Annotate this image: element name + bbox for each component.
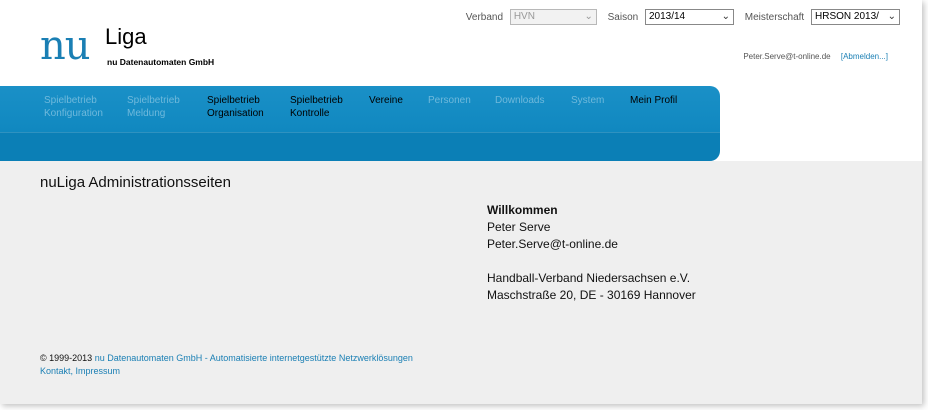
meisterschaft-select[interactable]: HRSON 2013/ ⌄ (811, 9, 900, 25)
footer-copyright-line: © 1999-2013 nu Datenautomaten GmbH - Aut… (40, 352, 413, 365)
verband-select[interactable]: HVN ⌄ (509, 9, 597, 25)
saison-label: Saison (607, 11, 639, 23)
verband-value: HVN (513, 11, 535, 22)
saison-value: 2013/14 (648, 11, 686, 22)
nav-item-label-line1: Spielbetrieb (207, 95, 260, 106)
nav-item-downloads[interactable]: Downloads (495, 94, 544, 107)
user-info: Peter.Serve@t-online.de [Abmelden...] (743, 52, 888, 61)
logo-company: nu Datenautomaten GmbH (107, 57, 215, 67)
logo-nu: nu (40, 23, 91, 69)
saison-selector: Saison 2013/14 ⌄ (608, 9, 734, 25)
nav-item-label: Personen (428, 95, 471, 106)
user-email: Peter.Serve@t-online.de (743, 52, 831, 61)
logo-liga: Liga (105, 24, 147, 49)
footer: © 1999-2013 nu Datenautomaten GmbH - Aut… (40, 352, 413, 378)
welcome-spacer (487, 253, 696, 270)
page: nu Liga nu Datenautomaten GmbH Verband H… (0, 0, 922, 404)
footer-company-link[interactable]: nu Datenautomaten GmbH - Automatisierte … (95, 353, 413, 363)
meisterschaft-selector: Meisterschaft HRSON 2013/ ⌄ (745, 9, 900, 25)
nav-item-spielbetrieb-kontrolle[interactable]: Spielbetrieb Kontrolle (290, 94, 343, 120)
nav-item-mein-profil[interactable]: Mein Profil (630, 94, 677, 107)
nav-item-personen[interactable]: Personen (428, 94, 471, 107)
nav-item-label: Downloads (495, 95, 545, 106)
main-navigation: Spielbetrieb Konfiguration Spielbetrieb … (0, 86, 720, 161)
nav-item-label-line2: Organisation (207, 108, 264, 119)
welcome-address: Maschstraße 20, DE - 30169 Hannover (487, 288, 696, 302)
nav-item-label-line1: Spielbetrieb (290, 95, 343, 106)
page-title: nuLiga Administrationsseiten (40, 174, 231, 191)
saison-select[interactable]: 2013/14 ⌄ (644, 9, 734, 25)
nav-item-spielbetrieb-konfiguration[interactable]: Spielbetrieb Konfiguration (44, 94, 103, 120)
nav-item-label: System (571, 95, 605, 106)
nav-item-system[interactable]: System (571, 94, 604, 107)
nav-item-label-line1: Spielbetrieb (44, 95, 97, 106)
nav-item-label: Vereine (369, 95, 403, 106)
welcome-email: Peter.Serve@t-online.de (487, 237, 618, 251)
verband-label: Verband (465, 11, 504, 23)
nav-divider (0, 132, 720, 133)
welcome-panel: Willkommen Peter Serve Peter.Serve@t-onl… (487, 202, 696, 304)
nav-item-label-line2: Meldung (127, 108, 166, 119)
welcome-heading: Willkommen (487, 203, 558, 217)
welcome-organization: Handball-Verband Niedersachsen e.V. (487, 271, 691, 285)
context-selectors: Verband HVN ⌄ Saison 2013/14 ⌄ Meistersc… (458, 9, 900, 25)
nav-item-label-line1: Spielbetrieb (127, 95, 180, 106)
nav-item-vereine[interactable]: Vereine (369, 94, 403, 107)
nav-item-label-line2: Kontrolle (290, 108, 330, 119)
meisterschaft-label: Meisterschaft (744, 11, 805, 23)
verband-selector: Verband HVN ⌄ (466, 9, 597, 25)
welcome-name: Peter Serve (487, 220, 551, 234)
footer-copyright: © 1999-2013 (40, 353, 93, 363)
chevron-down-icon: ⌄ (584, 11, 593, 22)
nav-item-label-line2: Konfiguration (44, 108, 103, 119)
header: nu Liga nu Datenautomaten GmbH Verband H… (0, 0, 922, 86)
nav-item-label: Mein Profil (630, 95, 678, 106)
chevron-down-icon: ⌄ (887, 11, 896, 22)
nav-item-spielbetrieb-meldung[interactable]: Spielbetrieb Meldung (127, 94, 180, 120)
footer-contact-links[interactable]: Kontakt, Impressum (40, 365, 413, 378)
logout-link[interactable]: [Abmelden...] (841, 52, 888, 61)
content-area: nuLiga Administrationsseiten Willkommen … (0, 161, 922, 404)
chevron-down-icon: ⌄ (721, 11, 730, 22)
meisterschaft-value: HRSON 2013/ (815, 11, 879, 22)
nav-item-spielbetrieb-organisation[interactable]: Spielbetrieb Organisation (207, 94, 264, 120)
